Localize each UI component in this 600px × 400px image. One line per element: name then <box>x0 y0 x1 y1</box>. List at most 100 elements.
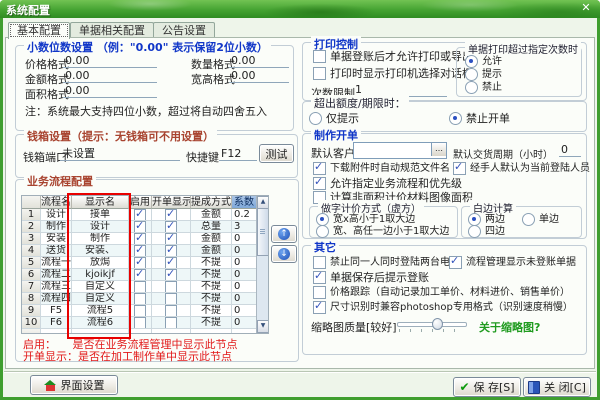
header-commission[interactable]: 提成方式 <box>191 196 232 209</box>
checkbox-save-ledger-hint[interactable]: 单据保存后提示登账 <box>313 270 429 284</box>
radio-forbid-billing[interactable]: 禁止开单 <box>449 112 510 125</box>
cell-name[interactable]: 流程三 <box>41 281 72 293</box>
checkbox-price-tracking[interactable]: 价格跟踪（自动记录加工单价、材料进价、销售单价） <box>313 286 570 299</box>
cell-name[interactable]: 流程二 <box>41 269 72 281</box>
show-checkbox[interactable] <box>165 257 177 268</box>
cell-display[interactable]: 接单 <box>72 209 129 221</box>
tab-document-config[interactable]: 单据相关配置 <box>70 22 154 38</box>
show-checkbox[interactable] <box>165 293 177 304</box>
show-checkbox[interactable] <box>165 269 177 280</box>
checkbox-print-after-ledger[interactable]: 单据登账后才允许打印或导出 <box>313 50 473 63</box>
workflow-table-row[interactable]: 4送货安装、金额0 <box>22 245 268 257</box>
workflow-table-row[interactable]: 8 流程四 自定义 不提 0 <box>22 293 268 305</box>
radio-one-side[interactable]: 单边 <box>522 213 559 226</box>
cell-no[interactable]: 3 <box>22 233 41 245</box>
table-scrollbar[interactable]: ▲ ▼ <box>256 196 268 333</box>
header-display[interactable]: 显示名 <box>72 196 129 209</box>
cell-no[interactable]: 4 <box>22 245 41 257</box>
cell-display[interactable]: kjoikjf <box>72 269 129 281</box>
show-checkbox[interactable] <box>165 281 177 292</box>
hotkey-input[interactable]: F12 <box>219 147 257 161</box>
move-down-button[interactable]: ↓ <box>271 245 297 263</box>
cell-name[interactable]: 制作 <box>41 221 72 233</box>
default-customer-input[interactable]: … <box>353 142 447 159</box>
close-button[interactable]: 关 闭[C] <box>523 377 591 397</box>
header-name[interactable]: 流程名 <box>41 196 72 209</box>
workflow-table[interactable]: 流程名 显示名 启用 开单显示 提成方式 系数 1设计接单金额0.22制作设计总… <box>21 195 269 334</box>
enabled-checkbox[interactable] <box>134 269 146 280</box>
checkbox-assign-workflow[interactable]: 允许指定业务流程和优先级 <box>313 176 462 190</box>
enabled-checkbox[interactable] <box>134 209 146 220</box>
checkbox-photoshop-format[interactable]: 尺寸识别时兼容photoshop专用格式（识别速度稍慢） <box>313 300 573 314</box>
tab-basic-config[interactable]: 基本配置 <box>8 22 70 39</box>
cell-commission[interactable]: 不提 <box>191 305 232 317</box>
cell-no[interactable]: 10 <box>22 317 41 329</box>
cell-commission[interactable]: 不提 <box>191 269 232 281</box>
show-checkbox[interactable] <box>165 245 177 256</box>
workflow-table-row[interactable]: 9 F5 流程5 不提 0 <box>22 305 268 317</box>
cell-display[interactable]: 制作 <box>72 233 129 245</box>
cell-name[interactable]: F6 <box>41 317 72 329</box>
size-format-input[interactable]: 0.00 <box>229 69 289 83</box>
show-checkbox[interactable] <box>165 233 177 244</box>
radio-any-edge-max[interactable]: 宽、高任一边小于1取大边 <box>316 225 449 238</box>
cell-display[interactable]: 自定义 <box>72 281 129 293</box>
header-no[interactable] <box>22 196 41 209</box>
about-thumbnail-link[interactable]: 关于缩略图? <box>479 319 540 335</box>
cell-commission[interactable]: 不提 <box>191 293 232 305</box>
cell-no[interactable]: 1 <box>22 209 41 221</box>
tab-announcement-config[interactable]: 公告设置 <box>153 22 215 38</box>
cell-name[interactable]: F5 <box>41 305 72 317</box>
cell-display[interactable]: 放焗 <box>72 257 129 269</box>
scroll-thumb[interactable] <box>257 208 268 256</box>
save-button[interactable]: ✔ 保 存[S] <box>453 377 521 397</box>
cell-no[interactable]: 7 <box>22 281 41 293</box>
cell-commission[interactable]: 不提 <box>191 317 232 329</box>
cell-name[interactable]: 设计 <box>41 209 72 221</box>
test-button[interactable]: 测试 <box>259 144 294 163</box>
cell-no[interactable]: 8 <box>22 293 41 305</box>
enabled-checkbox[interactable] <box>134 257 146 268</box>
show-checkbox[interactable] <box>165 221 177 232</box>
move-up-button[interactable]: ↑ <box>271 225 297 243</box>
workflow-table-row[interactable]: 7 流程三 自定义 不提 0 <box>22 281 268 293</box>
enabled-checkbox[interactable] <box>134 293 146 304</box>
enabled-checkbox[interactable] <box>134 281 146 292</box>
delivery-cycle-input[interactable]: 0 <box>559 143 581 157</box>
cell-name[interactable]: 安装 <box>41 233 72 245</box>
workflow-table-row[interactable]: 3安装制作金额0 <box>22 233 268 245</box>
cell-display[interactable]: 流程5 <box>72 305 129 317</box>
workflow-table-row[interactable]: 2制作设计总量3 <box>22 221 268 233</box>
header-enabled[interactable]: 启用 <box>129 196 152 209</box>
enabled-checkbox[interactable] <box>134 233 146 244</box>
amount-format-input[interactable]: 0.00 <box>63 69 157 83</box>
cell-display[interactable]: 自定义 <box>72 293 129 305</box>
show-checkbox[interactable] <box>165 305 177 316</box>
enabled-checkbox[interactable] <box>134 221 146 232</box>
cell-commission[interactable]: 金额 <box>191 209 232 221</box>
cashbox-port-input[interactable]: 未设置 <box>60 147 180 161</box>
cell-commission[interactable]: 不提 <box>191 257 232 269</box>
thumbnail-quality-slider[interactable] <box>397 318 467 332</box>
radio-forbid[interactable]: 禁止 <box>465 81 502 94</box>
cell-no[interactable]: 9 <box>22 305 41 317</box>
enabled-checkbox[interactable] <box>134 305 146 316</box>
area-format-input[interactable]: 0.00 <box>63 84 157 98</box>
enabled-checkbox[interactable] <box>134 317 146 328</box>
header-show[interactable]: 开单显示 <box>152 196 191 209</box>
close-icon[interactable]: ✕ <box>578 1 594 15</box>
radio-prompt-only[interactable]: 仅提示 <box>309 112 359 125</box>
workflow-table-row[interactable]: 6流程二kjoikjf不提0 <box>22 269 268 281</box>
cell-display[interactable]: 流程6 <box>72 317 129 329</box>
cell-commission[interactable]: 总量 <box>191 221 232 233</box>
show-checkbox[interactable] <box>165 317 177 328</box>
checkbox-auto-filename[interactable]: 下载附件时自动规范文件名 <box>313 161 450 175</box>
radio-four-sides[interactable]: 四边 <box>468 225 505 238</box>
cell-commission[interactable]: 金额 <box>191 245 232 257</box>
cell-name[interactable]: 流程一 <box>41 257 72 269</box>
cell-no[interactable]: 5 <box>22 257 41 269</box>
cell-commission[interactable]: 不提 <box>191 281 232 293</box>
workflow-table-row[interactable]: 10 F6 流程6 不提 0 <box>22 317 268 329</box>
workflow-table-row[interactable]: 1设计接单金额0.2 <box>22 209 268 221</box>
cell-no[interactable]: 6 <box>22 269 41 281</box>
